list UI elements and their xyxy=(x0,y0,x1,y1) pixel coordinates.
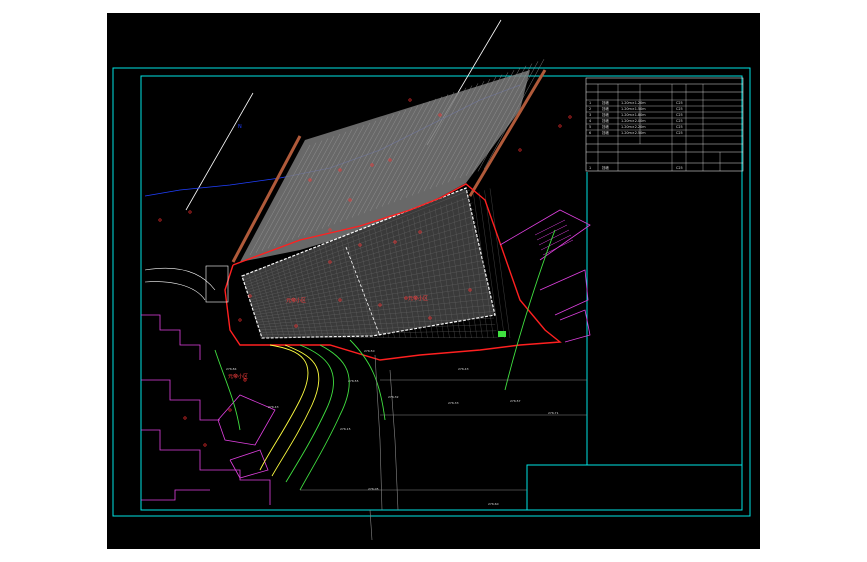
legend-cell: 挡墙 xyxy=(602,100,609,105)
legend-cell: C25 xyxy=(676,107,683,111)
elevation-label: 276.33 xyxy=(448,401,459,405)
survey-point xyxy=(203,443,207,447)
survey-point xyxy=(183,416,187,420)
legend-cell: 挡墙 xyxy=(602,112,609,117)
legend-cell: 挡墙 xyxy=(602,118,609,123)
area-label-3: 元帝小区 xyxy=(228,373,248,380)
title-block xyxy=(526,464,743,511)
survey-point xyxy=(408,98,412,102)
lower-road-lines xyxy=(300,354,587,541)
legend-footer-cell: 挡墙 xyxy=(602,165,609,170)
legend-table: 1 挡墙 1.20m×1.20m C25 2 挡墙 1.20m×1.50m C25 3 挡墙 1.2… xyxy=(585,77,744,172)
legend-cell: 挡墙 xyxy=(602,106,609,111)
elevation-labels: 276.50 276.43 276.32 276.33 276.57 276.15 276.… xyxy=(226,349,559,506)
elevation-label: 276.71 xyxy=(548,411,559,415)
elevation-label: 276.15 xyxy=(340,427,351,431)
area-label-2: 元帝小区 xyxy=(408,295,428,302)
survey-point xyxy=(518,148,522,152)
survey-point xyxy=(238,318,242,322)
legend-cell: 1 xyxy=(589,101,591,105)
elevation-label: 276.43 xyxy=(458,367,469,371)
legend-footer-cell: C25 xyxy=(676,166,683,170)
elevation-label: 276.60 xyxy=(488,502,499,506)
area-label-1: 元帝小区 xyxy=(286,297,306,304)
elevation-label: 276.84 xyxy=(226,367,237,371)
legend-cell: 6 xyxy=(589,131,591,135)
legend-cell: C25 xyxy=(676,119,683,123)
legend-cell: 1.20m×2.00m xyxy=(621,119,646,123)
elevation-label: 276.05 xyxy=(368,487,379,491)
legend-cell: 1.20m×1.20m xyxy=(621,101,646,105)
legend-cell: C25 xyxy=(676,125,683,129)
stair-block xyxy=(534,219,574,256)
legend-cell: C25 xyxy=(676,131,683,135)
legend-footer-cell: 1 xyxy=(589,166,591,170)
survey-point xyxy=(558,124,562,128)
elevation-label: 276.32 xyxy=(388,395,399,399)
legend-cell: C25 xyxy=(676,113,683,117)
elevation-label: 276.57 xyxy=(510,399,521,403)
legend-cell: 4 xyxy=(589,119,591,123)
elevation-label: 276.43 xyxy=(268,405,279,409)
elevation-label: 276.55 xyxy=(348,379,359,383)
legend-cell: 3 xyxy=(589,113,591,117)
north-marker: N xyxy=(238,124,242,130)
legend-cell: C25 xyxy=(676,101,683,105)
left-road-outline xyxy=(144,265,229,303)
site-plan-drawing: 1 挡墙 1.20m×1.20m C25 2 挡墙 1.20m×1.50m C25 3 挡墙 1.2… xyxy=(112,19,751,541)
north-arrow-line-2 xyxy=(185,92,254,211)
legend-cell: 挡墙 xyxy=(602,130,609,135)
legend-cell: 5 xyxy=(589,125,591,129)
survey-point xyxy=(228,408,232,412)
legend-cell: 1.20m×1.50m xyxy=(621,107,646,111)
survey-point xyxy=(568,115,572,119)
survey-point xyxy=(158,218,162,222)
elevation-label: 276.50 xyxy=(364,349,375,353)
survey-point xyxy=(188,210,192,214)
legend-cell: 挡墙 xyxy=(602,124,609,129)
legend-cell: 1.20m×1.80m xyxy=(621,113,646,117)
legend-cell: 2 xyxy=(589,107,591,111)
survey-marker xyxy=(498,331,506,337)
legend-cell: 1.20m×2.20m xyxy=(621,125,646,129)
legend-cell: 1.20m×2.50m xyxy=(621,131,646,135)
